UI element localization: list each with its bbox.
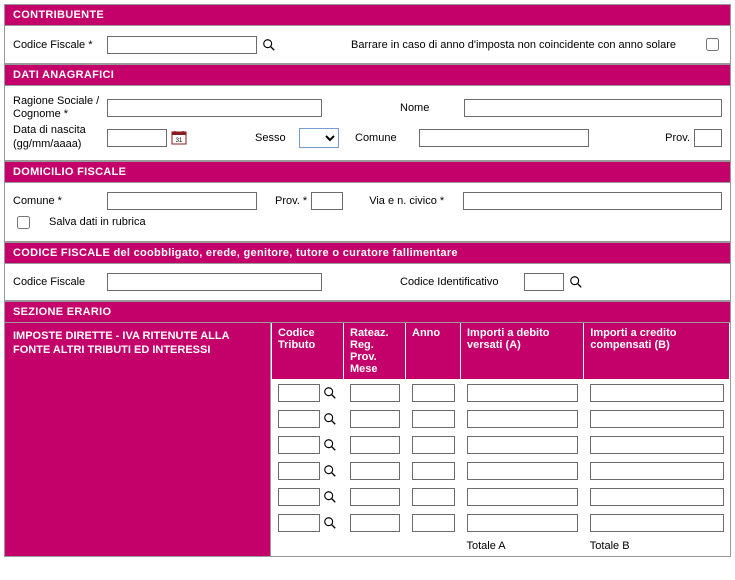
codice-tributo-input[interactable] [278,436,320,454]
credito-input[interactable] [590,462,724,480]
credito-input[interactable] [590,436,724,454]
prov-dom-label: Prov. * [275,195,307,207]
data-nascita-input[interactable] [107,129,167,147]
codice-tributo-input[interactable] [278,514,320,532]
col-anno: Anno [406,323,461,380]
ragione-label: Ragione Sociale / Cognome * [13,95,103,121]
search-icon[interactable] [322,489,338,505]
svg-text:31: 31 [176,138,183,144]
debito-input[interactable] [467,384,578,402]
erario-subtitle: IMPOSTE DIRETTE - IVA RITENUTE ALLA FONT… [5,323,271,556]
debito-input[interactable] [467,462,578,480]
erario-body: IMPOSTE DIRETTE - IVA RITENUTE ALLA FONT… [4,323,731,557]
contribuente-header: CONTRIBUENTE [4,4,731,26]
table-row [272,432,730,458]
codice-fiscale-input[interactable] [107,36,257,54]
contribuente-body: Codice Fiscale * Barrare in caso di anno… [4,26,731,64]
coob-id-label: Codice Identificativo [400,276,520,288]
table-row [272,458,730,484]
domicilio-body: Comune * Prov. * Via e n. civico * Salva… [4,183,731,242]
erario-table: Codice Tributo Rateaz. Reg. Prov. Mese A… [271,323,730,556]
codice-fiscale-label: Codice Fiscale * [13,39,103,51]
erario-header: SEZIONE ERARIO [4,301,731,323]
table-row [272,379,730,406]
debito-input[interactable] [467,514,578,532]
barrare-label: Barrare in caso di anno d'imposta non co… [351,39,676,51]
rateaz-input[interactable] [350,410,400,428]
codice-tributo-input[interactable] [278,384,320,402]
credito-input[interactable] [590,488,724,506]
search-icon[interactable] [261,37,277,53]
debito-input[interactable] [467,488,578,506]
rateaz-input[interactable] [350,514,400,532]
search-icon[interactable] [322,515,338,531]
totale-b-label: Totale B [584,536,730,556]
search-icon[interactable] [568,274,584,290]
barrare-checkbox[interactable] [706,38,719,51]
anno-input[interactable] [412,436,455,454]
calendar-icon[interactable]: 31 [171,130,187,146]
nome-input[interactable] [464,99,722,117]
domicilio-header: DOMICILIO FISCALE [4,161,731,183]
col-credito: Importi a credito compensati (B) [584,323,730,380]
coobbligato-header: CODICE FISCALE del coobbligato, erede, g… [4,242,731,264]
prov-nascita-input[interactable] [694,129,722,147]
table-row [272,510,730,536]
anno-input[interactable] [412,384,455,402]
codice-tributo-input[interactable] [278,462,320,480]
ragione-input[interactable] [107,99,322,117]
comune-dom-label: Comune * [13,195,103,207]
col-codice: Codice Tributo [272,323,344,380]
data-nascita-label: Data di nascita (gg/mm/aaaa) [13,124,103,150]
anagrafici-header: DATI ANAGRAFICI [4,64,731,86]
coob-id-input[interactable] [524,273,564,291]
sesso-label: Sesso [255,132,295,144]
totale-a-label: Totale A [461,536,584,556]
coobbligato-body: Codice Fiscale Codice Identificativo [4,264,731,301]
debito-input[interactable] [467,410,578,428]
comune-nascita-label: Comune [355,132,415,144]
comune-dom-input[interactable] [107,192,257,210]
via-input[interactable] [463,192,722,210]
rateaz-input[interactable] [350,462,400,480]
anagrafici-body: Ragione Sociale / Cognome * Nome Data di… [4,86,731,161]
via-label: Via e n. civico * [369,195,459,207]
credito-input[interactable] [590,384,724,402]
codice-tributo-input[interactable] [278,488,320,506]
search-icon[interactable] [322,411,338,427]
nome-label: Nome [400,102,460,114]
table-row [272,406,730,432]
col-rateaz: Rateaz. Reg. Prov. Mese [344,323,406,380]
credito-input[interactable] [590,410,724,428]
prov-nascita-label: Prov. [665,132,690,144]
search-icon[interactable] [322,385,338,401]
credito-input[interactable] [590,514,724,532]
table-row [272,484,730,510]
anno-input[interactable] [412,410,455,428]
col-debito: Importi a debito versati (A) [461,323,584,380]
rateaz-input[interactable] [350,436,400,454]
comune-nascita-input[interactable] [419,129,589,147]
anno-input[interactable] [412,488,455,506]
salva-rubrica-label: Salva dati in rubrica [49,216,146,228]
sesso-select[interactable] [299,128,339,148]
codice-tributo-input[interactable] [278,410,320,428]
salva-rubrica-checkbox[interactable] [17,216,30,229]
rateaz-input[interactable] [350,384,400,402]
debito-input[interactable] [467,436,578,454]
search-icon[interactable] [322,437,338,453]
anno-input[interactable] [412,514,455,532]
coob-cf-label: Codice Fiscale [13,276,103,288]
coob-cf-input[interactable] [107,273,322,291]
prov-dom-input[interactable] [311,192,343,210]
rateaz-input[interactable] [350,488,400,506]
search-icon[interactable] [322,463,338,479]
anno-input[interactable] [412,462,455,480]
